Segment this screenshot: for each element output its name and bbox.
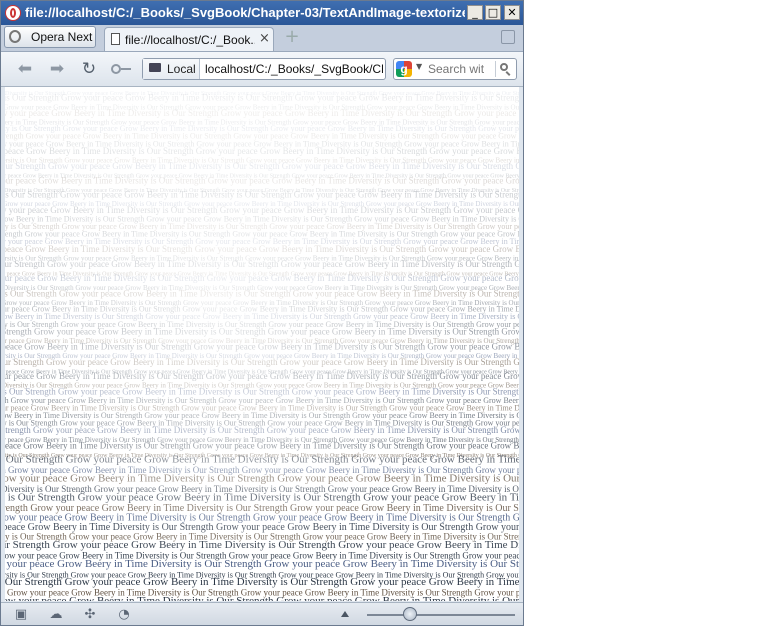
reload-button[interactable]: ↻: [77, 58, 101, 80]
search-icon[interactable]: [495, 61, 512, 77]
minimize-button[interactable]: _: [467, 5, 483, 20]
back-button[interactable]: ⬅: [13, 58, 37, 80]
address-bar[interactable]: Local localhost/C:/_Books/_SvgBook/Chap: [142, 58, 386, 80]
google-engine-icon[interactable]: g: [396, 61, 412, 77]
new-tab-button[interactable]: +: [284, 28, 300, 46]
turbo-speedometer-icon[interactable]: ◔: [116, 607, 132, 623]
tab-bar: Opera Next file://localhost/C:/_Book... …: [1, 25, 523, 52]
tab-active[interactable]: file://localhost/C:/_Book... ×: [104, 27, 274, 51]
page-icon: [111, 33, 120, 45]
status-bar: ▣ ☁ ✣ ◔: [1, 602, 523, 625]
opera-logo-icon[interactable]: [5, 5, 21, 21]
search-input[interactable]: [428, 61, 488, 77]
monitor-icon: [149, 63, 161, 72]
tab-label: file://localhost/C:/_Book...: [125, 33, 255, 47]
window-title: file://localhost/C:/_Books/_SvgBook/Chap…: [25, 5, 465, 20]
engine-dropdown-icon[interactable]: ▼: [416, 62, 422, 71]
maximize-button[interactable]: □: [485, 5, 501, 20]
tab-close-icon[interactable]: ×: [259, 31, 270, 46]
close-window-button[interactable]: ✕: [504, 5, 520, 20]
search-box[interactable]: g ▼: [393, 58, 517, 80]
site-security-badge[interactable]: Local: [143, 59, 200, 79]
opera-link-icon[interactable]: ✣: [82, 607, 98, 623]
zoom-menu-icon[interactable]: [341, 611, 349, 617]
forward-button[interactable]: ➡: [45, 58, 69, 80]
panel-toggle-icon[interactable]: ▣: [13, 607, 29, 623]
navigation-toolbar: ⬅ ➡ ↻ Local localhost/C:/_Books/_SvgBook…: [1, 52, 523, 87]
site-badge-label: Local: [167, 62, 196, 76]
address-url[interactable]: localhost/C:/_Books/_SvgBook/Chap: [205, 62, 383, 76]
opera-unite-icon[interactable]: ☁: [48, 607, 64, 623]
google-g-glyph: g: [400, 62, 408, 76]
wand-key-icon[interactable]: [111, 64, 131, 74]
zoom-slider-thumb[interactable]: [403, 607, 417, 621]
textorizer-svg: Diversity is Our Strength Grow your peac…: [5, 87, 519, 601]
opera-menu-label: Opera Next: [31, 30, 93, 44]
zoom-slider-track[interactable]: [367, 614, 515, 616]
browser-window: file://localhost/C:/_Books/_SvgBook/Chap…: [0, 0, 524, 626]
textorizer-image: Diversity is Our Strength Grow your peac…: [5, 87, 519, 601]
opera-menu-button[interactable]: Opera Next: [4, 26, 96, 48]
closed-tabs-trash-icon[interactable]: [501, 30, 515, 44]
image-highlight-overlay: [5, 87, 519, 601]
opera-o-icon: [9, 30, 21, 43]
title-bar[interactable]: file://localhost/C:/_Books/_SvgBook/Chap…: [1, 1, 523, 25]
